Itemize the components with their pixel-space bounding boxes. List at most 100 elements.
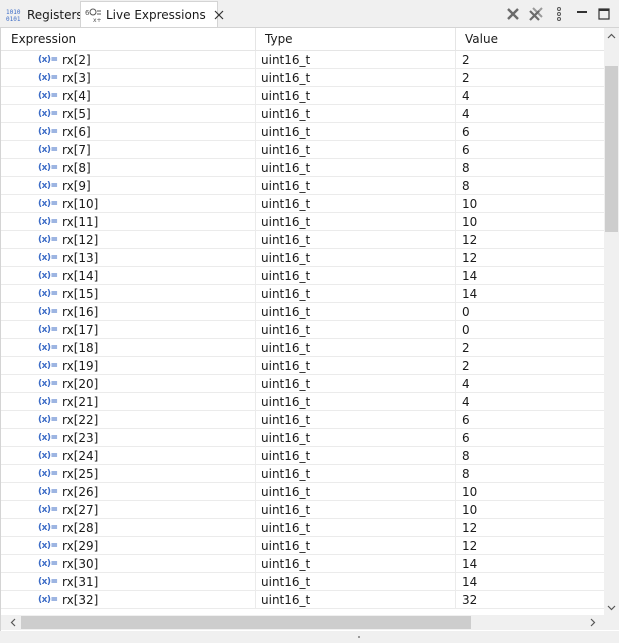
table-row[interactable]: (x)= rx[12] uint16_t 12	[1, 231, 604, 249]
horizontal-scroll-thumb[interactable]	[21, 616, 471, 629]
value-cell[interactable]: 14	[462, 555, 477, 572]
expression-cell[interactable]: (x)= rx[20]	[38, 375, 98, 392]
table-row[interactable]: (x)= rx[19] uint16_t 2	[1, 357, 604, 375]
expression-cell[interactable]: (x)= rx[13]	[38, 249, 98, 266]
table-row[interactable]: (x)= rx[21] uint16_t 4	[1, 393, 604, 411]
table-row[interactable]: (x)= rx[10] uint16_t 10	[1, 195, 604, 213]
expression-cell[interactable]: (x)= rx[21]	[38, 393, 98, 410]
column-header-value[interactable]: Value	[455, 28, 604, 50]
expression-cell[interactable]: (x)= rx[16]	[38, 303, 98, 320]
expression-cell[interactable]: (x)= rx[23]	[38, 429, 98, 446]
value-cell[interactable]: 8	[462, 447, 470, 464]
minimize-icon[interactable]	[573, 5, 591, 23]
vertical-ellipsis-icon[interactable]	[550, 5, 568, 23]
value-cell[interactable]: 14	[462, 573, 477, 590]
table-row[interactable]: (x)= rx[26] uint16_t 10	[1, 483, 604, 501]
expression-cell[interactable]: (x)= rx[4]	[38, 87, 91, 104]
expression-cell[interactable]: (x)= rx[2]	[38, 51, 91, 68]
expression-cell[interactable]: (x)= rx[15]	[38, 285, 98, 302]
table-row[interactable]: (x)= rx[14] uint16_t 14	[1, 267, 604, 285]
expression-cell[interactable]: (x)= rx[8]	[38, 159, 91, 176]
table-row[interactable]: (x)= rx[28] uint16_t 12	[1, 519, 604, 537]
resize-grip-icon[interactable]	[358, 636, 360, 638]
value-cell[interactable]: 2	[462, 339, 470, 356]
value-cell[interactable]: 0	[462, 321, 470, 338]
value-cell[interactable]: 4	[462, 105, 470, 122]
value-cell[interactable]: 6	[462, 429, 470, 446]
maximize-icon[interactable]	[595, 5, 613, 23]
value-cell[interactable]: 6	[462, 141, 470, 158]
value-cell[interactable]: 2	[462, 357, 470, 374]
table-row[interactable]: (x)= rx[16] uint16_t 0	[1, 303, 604, 321]
table-row[interactable]: (x)= rx[32] uint16_t 32	[1, 591, 604, 609]
scroll-down-icon[interactable]	[604, 600, 619, 615]
value-cell[interactable]: 8	[462, 177, 470, 194]
column-header-type[interactable]: Type	[255, 28, 455, 50]
expression-cell[interactable]: (x)= rx[28]	[38, 519, 98, 536]
expression-cell[interactable]: (x)= rx[30]	[38, 555, 98, 572]
table-row[interactable]: (x)= rx[6] uint16_t 6	[1, 123, 604, 141]
value-cell[interactable]: 8	[462, 465, 470, 482]
table-row[interactable]: (x)= rx[17] uint16_t 0	[1, 321, 604, 339]
expression-cell[interactable]: (x)= rx[24]	[38, 447, 98, 464]
table-row[interactable]: (x)= rx[27] uint16_t 10	[1, 501, 604, 519]
close-icon[interactable]	[214, 7, 224, 23]
remove-expression-button[interactable]	[504, 5, 522, 23]
expression-cell[interactable]: (x)= rx[9]	[38, 177, 91, 194]
value-cell[interactable]: 10	[462, 483, 477, 500]
table-row[interactable]: (x)= rx[23] uint16_t 6	[1, 429, 604, 447]
table-row[interactable]: (x)= rx[20] uint16_t 4	[1, 375, 604, 393]
tab-registers[interactable]: 1010 0101 Registers	[2, 1, 83, 28]
table-row[interactable]: (x)= rx[7] uint16_t 6	[1, 141, 604, 159]
value-cell[interactable]: 6	[462, 411, 470, 428]
value-cell[interactable]: 10	[462, 195, 477, 212]
horizontal-scrollbar[interactable]	[1, 615, 604, 630]
expression-cell[interactable]: (x)= rx[3]	[38, 69, 91, 86]
value-cell[interactable]: 12	[462, 249, 477, 266]
value-cell[interactable]: 2	[462, 69, 470, 86]
table-row[interactable]: (x)= rx[11] uint16_t 10	[1, 213, 604, 231]
scroll-right-icon[interactable]	[585, 615, 600, 630]
column-header-expression[interactable]: Expression	[1, 28, 255, 50]
vertical-scrollbar[interactable]	[604, 28, 619, 615]
tab-live-expressions[interactable]: 6 x+ Live Expressions	[80, 1, 224, 28]
expression-cell[interactable]: (x)= rx[25]	[38, 465, 98, 482]
expression-cell[interactable]: (x)= rx[14]	[38, 267, 98, 284]
expression-cell[interactable]: (x)= rx[5]	[38, 105, 91, 122]
table-row[interactable]: (x)= rx[30] uint16_t 14	[1, 555, 604, 573]
table-row[interactable]: (x)= rx[18] uint16_t 2	[1, 339, 604, 357]
value-cell[interactable]: 6	[462, 123, 470, 140]
value-cell[interactable]: 8	[462, 159, 470, 176]
table-row[interactable]: (x)= rx[9] uint16_t 8	[1, 177, 604, 195]
value-cell[interactable]: 14	[462, 285, 477, 302]
table-row[interactable]: (x)= rx[3] uint16_t 2	[1, 69, 604, 87]
expression-cell[interactable]: (x)= rx[32]	[38, 591, 98, 608]
table-row[interactable]: (x)= rx[25] uint16_t 8	[1, 465, 604, 483]
remove-all-expressions-button[interactable]	[527, 5, 545, 23]
table-row[interactable]: (x)= rx[15] uint16_t 14	[1, 285, 604, 303]
expression-cell[interactable]: (x)= rx[17]	[38, 321, 98, 338]
value-cell[interactable]: 14	[462, 267, 477, 284]
value-cell[interactable]: 12	[462, 537, 477, 554]
value-cell[interactable]: 2	[462, 51, 470, 68]
value-cell[interactable]: 12	[462, 231, 477, 248]
table-row[interactable]: (x)= rx[5] uint16_t 4	[1, 105, 604, 123]
table-row[interactable]: (x)= rx[29] uint16_t 12	[1, 537, 604, 555]
expression-cell[interactable]: (x)= rx[11]	[38, 213, 98, 230]
table-row[interactable]: (x)= rx[24] uint16_t 8	[1, 447, 604, 465]
expression-cell[interactable]: (x)= rx[29]	[38, 537, 98, 554]
value-cell[interactable]: 12	[462, 519, 477, 536]
expression-cell[interactable]: (x)= rx[22]	[38, 411, 98, 428]
expression-cell[interactable]: (x)= rx[12]	[38, 231, 98, 248]
vertical-scroll-thumb[interactable]	[605, 66, 618, 232]
value-cell[interactable]: 10	[462, 213, 477, 230]
value-cell[interactable]: 4	[462, 375, 470, 392]
table-row[interactable]: (x)= rx[2] uint16_t 2	[1, 51, 604, 69]
value-cell[interactable]: 0	[462, 303, 470, 320]
table-row[interactable]: (x)= rx[22] uint16_t 6	[1, 411, 604, 429]
expression-cell[interactable]: (x)= rx[26]	[38, 483, 98, 500]
value-cell[interactable]: 32	[462, 591, 477, 608]
table-row[interactable]: (x)= rx[4] uint16_t 4	[1, 87, 604, 105]
expression-cell[interactable]: (x)= rx[18]	[38, 339, 98, 356]
table-row[interactable]: (x)= rx[13] uint16_t 12	[1, 249, 604, 267]
